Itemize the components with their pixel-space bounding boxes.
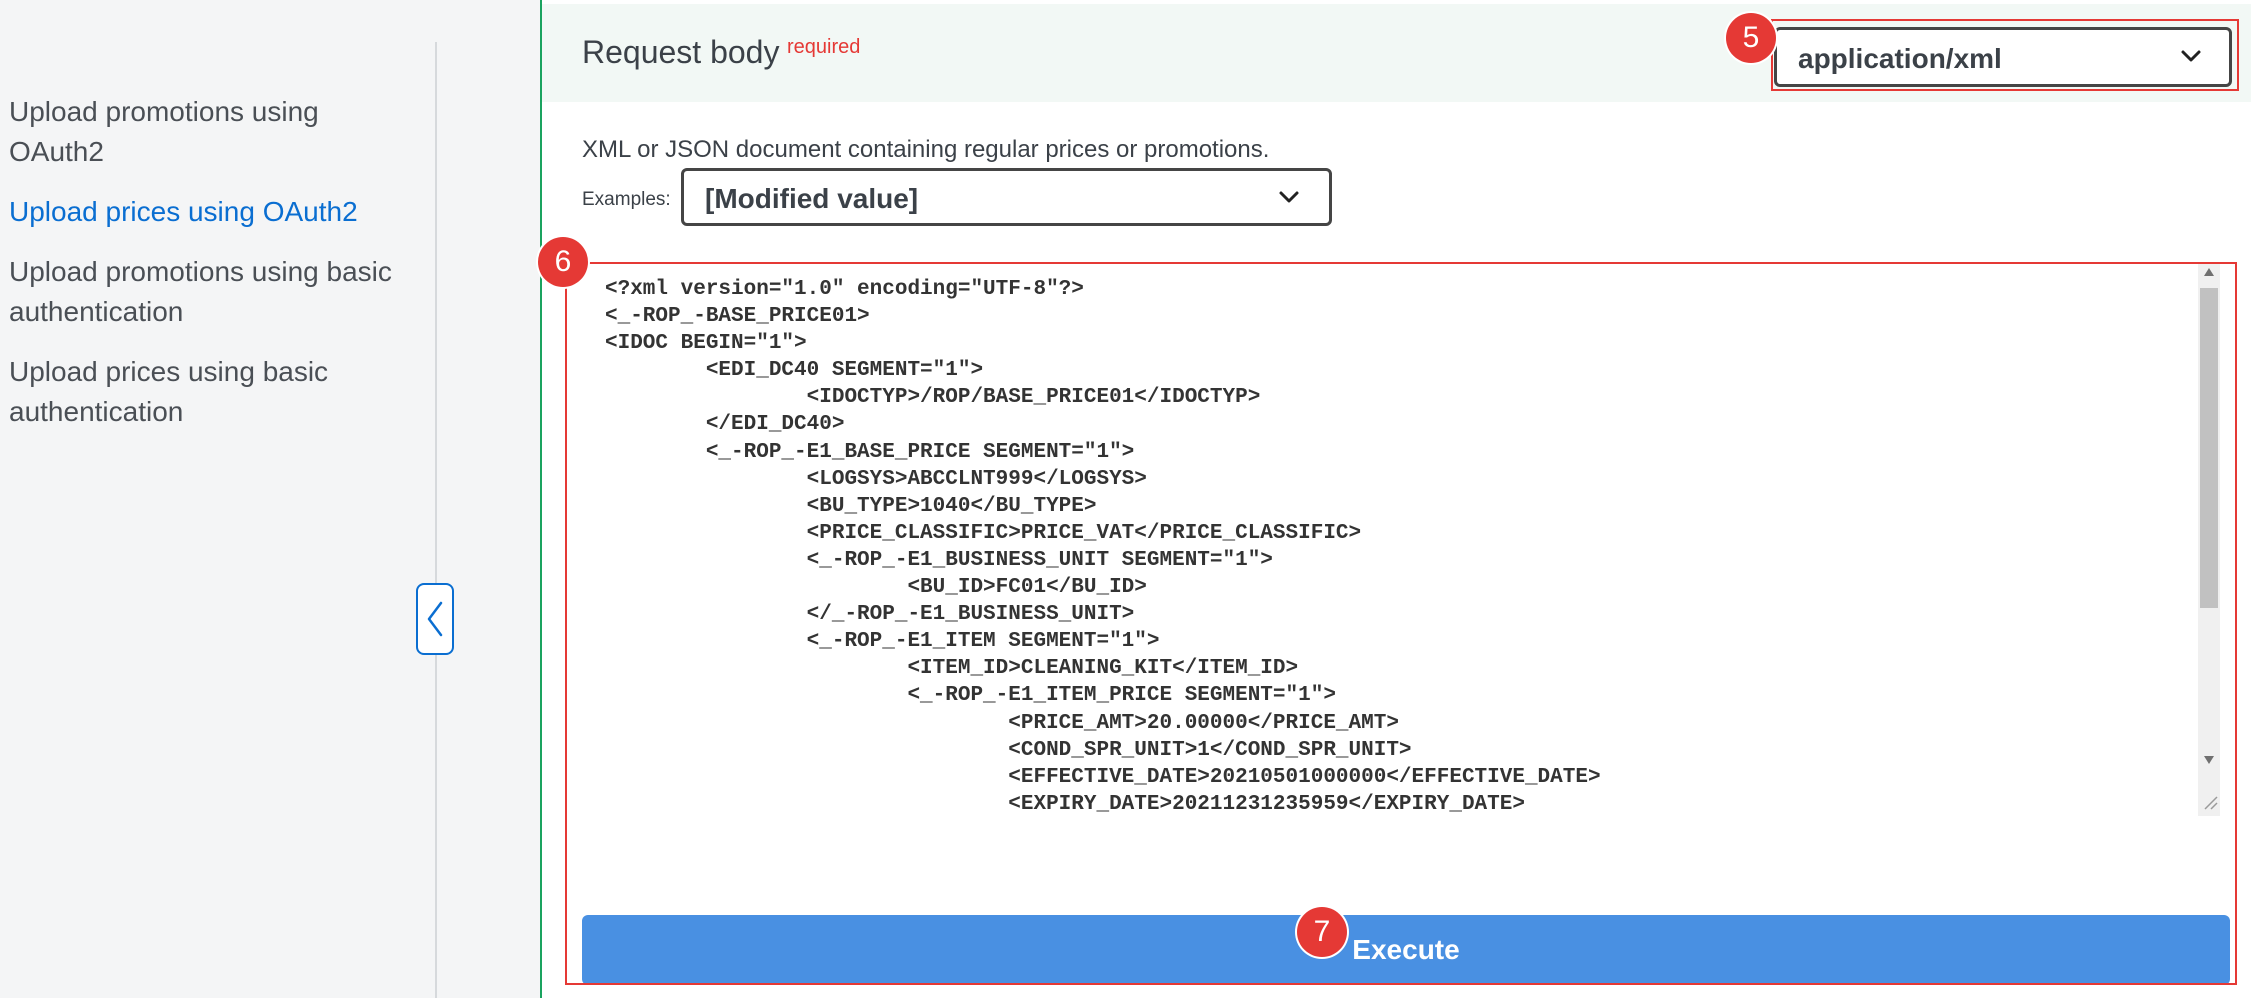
request-body-title: Request body xyxy=(582,34,780,70)
sidebar-item-upload-promotions-oauth2[interactable]: Upload promotions using OAuth2 xyxy=(9,92,429,172)
sidebar-item-label-continued: OAuth2 xyxy=(9,136,104,167)
examples-select[interactable]: [Modified value] xyxy=(681,168,1332,226)
annotation-badge-7: 7 xyxy=(1297,907,1347,957)
request-body-panel: Request body required application/xml XM… xyxy=(542,0,2251,998)
request-body-header: Request body required application/xml xyxy=(542,4,2251,102)
sidebar-item-label: Upload prices using OAuth2 xyxy=(9,196,358,227)
execute-button[interactable]: Execute xyxy=(582,915,2230,985)
resize-handle-icon[interactable] xyxy=(2202,794,2218,810)
request-body-editor[interactable]: <?xml version="1.0" encoding="UTF-8"?> <… xyxy=(582,262,2220,816)
chevron-down-icon xyxy=(2181,50,2201,62)
sidebar-item-label: Upload prices using basic xyxy=(9,356,329,387)
scroll-up-icon[interactable] xyxy=(2203,267,2215,277)
request-body-code[interactable]: <?xml version="1.0" encoding="UTF-8"?> <… xyxy=(582,262,2220,816)
sidebar-item-label-continued: authentication xyxy=(9,296,184,327)
annotation-badge-5: 5 xyxy=(1726,13,1776,63)
scroll-down-icon[interactable] xyxy=(2203,755,2215,765)
sidebar-divider xyxy=(435,42,437,998)
content-type-value: application/xml xyxy=(1798,43,2002,74)
sidebar-item-upload-prices-oauth2[interactable]: Upload prices using OAuth2 xyxy=(9,192,429,232)
request-body-description: XML or JSON document containing regular … xyxy=(582,136,1270,163)
chevron-down-icon xyxy=(1279,191,1299,203)
content-type-select[interactable]: application/xml xyxy=(1774,27,2232,87)
editor-scrollbar[interactable] xyxy=(2198,262,2220,816)
annotation-badge-6: 6 xyxy=(538,237,588,287)
examples-label: Examples: xyxy=(582,189,671,210)
scroll-thumb[interactable] xyxy=(2200,288,2218,608)
sidebar-item-upload-promotions-basic-auth[interactable]: Upload promotions using basic authentica… xyxy=(9,252,429,332)
required-label: required xyxy=(787,36,861,58)
sidebar: Upload promotions using OAuth2 Upload pr… xyxy=(0,0,540,998)
sidebar-item-label: Upload promotions using basic xyxy=(9,256,392,287)
chevron-left-icon xyxy=(427,601,443,637)
sidebar-item-upload-prices-basic-auth[interactable]: Upload prices using basic authentication xyxy=(9,352,429,432)
sidebar-item-label-continued: authentication xyxy=(9,396,184,427)
examples-value: [Modified value] xyxy=(705,183,919,214)
sidebar-item-label: Upload promotions using xyxy=(9,96,319,127)
collapse-sidebar-button[interactable] xyxy=(416,583,454,655)
